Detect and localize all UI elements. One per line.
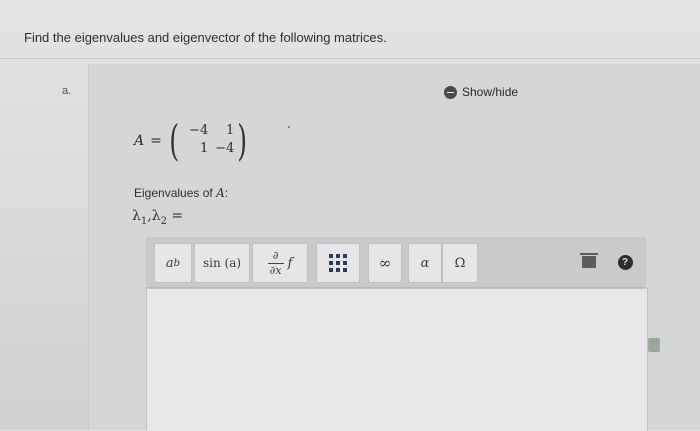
infinity-label: ∞	[378, 254, 392, 272]
sin-button[interactable]: sin (a)	[194, 243, 250, 283]
power-exp: b	[173, 257, 181, 269]
show-hide-label: Show/hide	[462, 85, 519, 99]
eigenvalues-var: A	[216, 186, 225, 200]
help-icon: ?	[617, 254, 633, 270]
power-base: a	[165, 255, 174, 271]
infinity-button[interactable]: ∞	[368, 243, 402, 283]
omega-label: Ω	[454, 255, 466, 271]
derivative-button[interactable]: ∂ ∂x f	[252, 243, 308, 283]
omega-button[interactable]: Ω	[442, 243, 478, 283]
lambda-1: λ	[132, 208, 141, 224]
matrix-cell: −4	[215, 141, 235, 156]
lambda-2: λ	[151, 208, 161, 224]
matrix-cell: −4	[189, 123, 209, 138]
derivative-den: ∂x	[269, 263, 282, 277]
part-label: a.	[62, 85, 72, 97]
lambda-equals: =	[171, 208, 184, 224]
eigenvalues-prefix: Eigenvalues of	[134, 186, 217, 200]
alpha-label: α	[420, 255, 430, 271]
right-paren: )	[237, 116, 248, 165]
answer-input-box[interactable]	[146, 288, 648, 431]
instruction-text: Find the eigenvalues and eigenvector of …	[24, 30, 387, 45]
matrix-equation: A = ( −4 1 1 −4 )	[134, 120, 251, 162]
derivative-num: ∂	[272, 248, 279, 262]
trash-button[interactable]	[574, 243, 604, 281]
help-button[interactable]: ?	[614, 243, 636, 281]
matrix-button[interactable]	[316, 243, 360, 283]
matrix-name: A	[134, 133, 145, 149]
alpha-button[interactable]: α	[408, 243, 442, 283]
math-toolbar: ab sin (a) ∂ ∂x f ∞ α Ω ?	[146, 237, 646, 288]
left-paren: (	[169, 116, 179, 165]
lambda-2-sub: 2	[160, 215, 167, 227]
collapse-icon	[444, 85, 457, 99]
derivative-f: f	[287, 255, 293, 271]
lambda-expression: λ1,λ2 =	[132, 208, 183, 227]
matrix-grid: −4 1 1 −4	[182, 123, 234, 159]
show-hide-toggle[interactable]: Show/hide	[444, 85, 518, 99]
power-button[interactable]: ab	[154, 243, 192, 283]
matrix-cell: 1	[199, 141, 209, 156]
equals-sign: =	[150, 133, 162, 149]
matrix-grid-icon	[329, 254, 347, 272]
trash-icon	[580, 253, 598, 268]
sin-label: sin (a)	[202, 256, 242, 270]
eigenvalues-suffix: :	[224, 186, 229, 200]
derivative-fraction: ∂ ∂x	[267, 248, 284, 277]
document-icon[interactable]	[648, 338, 660, 352]
eigenvalues-label: Eigenvalues of A:	[134, 186, 228, 200]
matrix-cell: 1	[225, 123, 235, 138]
stray-dot	[288, 126, 290, 128]
divider	[0, 58, 700, 59]
